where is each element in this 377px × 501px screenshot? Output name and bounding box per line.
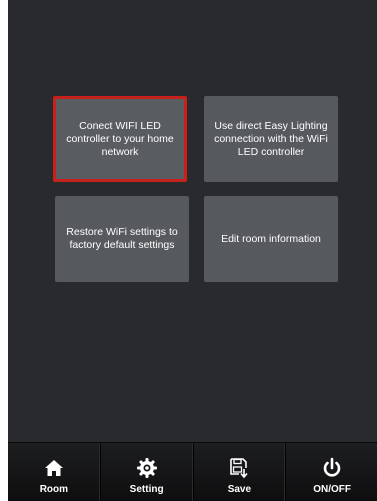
tile-label: Use direct Easy Lighting connection with… — [214, 119, 328, 158]
on-off-label: ON/OFF — [313, 484, 352, 495]
bottom-nav-bar: Room Setting Save ON/OFF — [8, 442, 377, 501]
edit-room-information-tile[interactable]: Edit room information — [204, 196, 338, 282]
tile-label: Conect WIFI LED controller to your home … — [66, 119, 174, 158]
power-icon — [320, 456, 344, 480]
direct-connection-tile[interactable]: Use direct Easy Lighting connection with… — [204, 96, 338, 182]
room-label: Room — [39, 484, 69, 495]
save-button[interactable]: Save — [194, 443, 287, 501]
save-label: Save — [227, 484, 252, 495]
on-off-button[interactable]: ON/OFF — [286, 443, 377, 501]
connect-home-network-tile[interactable]: Conect WIFI LED controller to your home … — [53, 96, 187, 182]
home-icon — [42, 456, 66, 480]
restore-factory-settings-tile[interactable]: Restore WiFi settings to factory default… — [55, 196, 189, 282]
setting-button[interactable]: Setting — [101, 443, 194, 501]
tile-label: Restore WiFi settings to factory default… — [66, 226, 178, 251]
room-button[interactable]: Room — [8, 443, 101, 501]
tile-label: Edit room information — [221, 232, 321, 245]
save-icon — [227, 456, 251, 480]
setting-label: Setting — [129, 484, 164, 495]
app-screen: Conect WIFI LED controller to your home … — [8, 0, 377, 501]
gear-icon — [135, 456, 159, 480]
menu-grid: Conect WIFI LED controller to your home … — [8, 0, 377, 440]
